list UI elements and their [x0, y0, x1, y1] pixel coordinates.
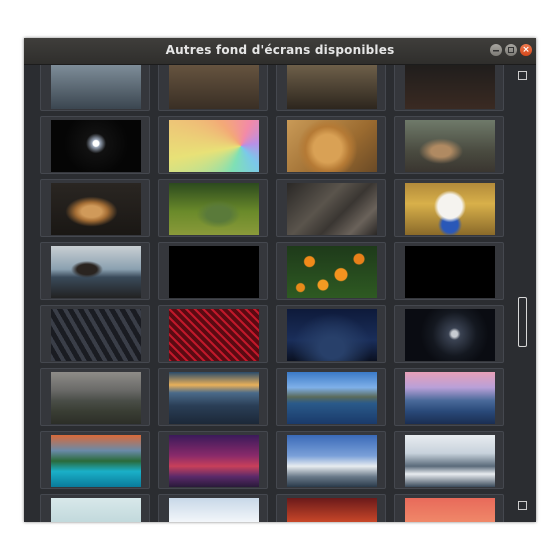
wallpaper-thumbnail-sunset-hills[interactable] — [158, 368, 268, 426]
wallpaper-image — [405, 120, 495, 172]
wallpaper-image — [287, 183, 377, 235]
wallpaper-thumbnail-tree-bark-wood[interactable] — [276, 179, 386, 237]
wallpaper-image — [287, 120, 377, 172]
wallpaper-thumbnail-black-1[interactable] — [158, 242, 268, 300]
maximize-icon[interactable] — [505, 44, 517, 56]
wallpaper-thumbnail-purple-dusk[interactable] — [158, 431, 268, 489]
wallpaper-image — [287, 435, 377, 487]
wallpaper-image — [51, 435, 141, 487]
wallpaper-thumbnail-blue-night-sky[interactable] — [276, 305, 386, 363]
scrollbar-thumb[interactable] — [518, 297, 527, 347]
wallpaper-image — [169, 372, 259, 424]
wallpaper-image — [51, 246, 141, 298]
wallpaper-thumbnail-orange-tree[interactable] — [276, 242, 386, 300]
wallpaper-image — [287, 309, 377, 361]
wallpaper-image — [405, 65, 495, 109]
wallpaper-thumbnail-alpine-lake[interactable] — [40, 431, 150, 489]
wallpaper-thumbnail-white-dog-flowers[interactable] — [394, 179, 504, 237]
wallpaper-image — [405, 246, 495, 298]
close-icon[interactable]: × — [520, 44, 532, 56]
wallpaper-thumbnail-red-web-sculpture[interactable] — [158, 305, 268, 363]
wallpaper-thumbnail-partial-top-4[interactable] — [394, 65, 504, 111]
wallpaper-image — [169, 435, 259, 487]
wallpaper-image — [51, 309, 141, 361]
wallpaper-thumbnail-partial-bottom-4[interactable] — [394, 494, 504, 522]
wallpaper-thumbnail-fjord-dusk[interactable] — [394, 368, 504, 426]
wallpaper-thumbnail-partial-top-2[interactable] — [158, 65, 268, 111]
wallpaper-thumbnail-snowy-peaks[interactable] — [276, 431, 386, 489]
minimize-icon[interactable] — [490, 44, 502, 56]
wallpaper-thumbnail-partial-top-3[interactable] — [276, 65, 386, 111]
wallpaper-image — [169, 183, 259, 235]
wallpaper-thumbnail-lioness-resting[interactable] — [394, 116, 504, 174]
scrollbar[interactable] — [518, 65, 530, 522]
wallpaper-thumbnail-partial-top-1[interactable] — [40, 65, 150, 111]
title-bar[interactable]: Autres fond d'écrans disponibles × — [24, 38, 536, 65]
wallpaper-thumbnail-moon-night[interactable] — [394, 305, 504, 363]
wallpaper-image — [169, 309, 259, 361]
wallpaper-thumbnail-partial-bottom-1[interactable] — [40, 494, 150, 522]
wallpaper-image — [405, 183, 495, 235]
wallpaper-thumbnail-sparkle-on-black[interactable] — [40, 116, 150, 174]
wallpaper-thumbnail-cougar-on-log[interactable] — [40, 179, 150, 237]
wallpaper-image — [287, 372, 377, 424]
wallpaper-scroll-area[interactable] — [24, 65, 536, 522]
wallpaper-thumbnail-rainbow-swirl[interactable] — [158, 116, 268, 174]
wallpaper-thumbnail-partial-bottom-2[interactable] — [158, 494, 268, 522]
wallpaper-thumbnail-metro-train[interactable] — [40, 305, 150, 363]
wallpaper-image — [287, 498, 377, 522]
wallpaper-thumbnail-mountain-lake[interactable] — [276, 368, 386, 426]
wallpaper-image — [51, 183, 141, 235]
wallpaper-image — [405, 435, 495, 487]
wallpaper-thumbnail-mountain-clouds[interactable] — [40, 368, 150, 426]
wallpaper-image — [405, 498, 495, 522]
wallpaper-image — [51, 498, 141, 522]
wallpaper-image — [405, 309, 495, 361]
wallpaper-image — [169, 498, 259, 522]
wallpaper-image — [51, 120, 141, 172]
wallpaper-image — [405, 372, 495, 424]
wallpaper-image — [169, 65, 259, 109]
window-title: Autres fond d'écrans disponibles — [165, 43, 395, 57]
wallpaper-thumbnail-lion[interactable] — [276, 116, 386, 174]
wallpaper-image — [169, 246, 259, 298]
wallpaper-thumbnail-partial-bottom-3[interactable] — [276, 494, 386, 522]
wallpaper-image — [287, 65, 377, 109]
wallpaper-thumbnail-snowy-range[interactable] — [394, 431, 504, 489]
scroll-up-icon[interactable] — [518, 71, 527, 80]
wallpaper-image — [169, 120, 259, 172]
wallpaper-image — [51, 65, 141, 109]
wallpaper-thumbnail-black-2[interactable] — [394, 242, 504, 300]
wallpaper-window: Autres fond d'écrans disponibles × — [24, 38, 536, 522]
wallpaper-thumbnail-iguana-grass[interactable] — [158, 179, 268, 237]
wallpaper-image — [287, 246, 377, 298]
wallpaper-image — [51, 372, 141, 424]
wallpaper-thumbnail-pier-sunset[interactable] — [40, 242, 150, 300]
scroll-down-icon[interactable] — [518, 501, 527, 510]
